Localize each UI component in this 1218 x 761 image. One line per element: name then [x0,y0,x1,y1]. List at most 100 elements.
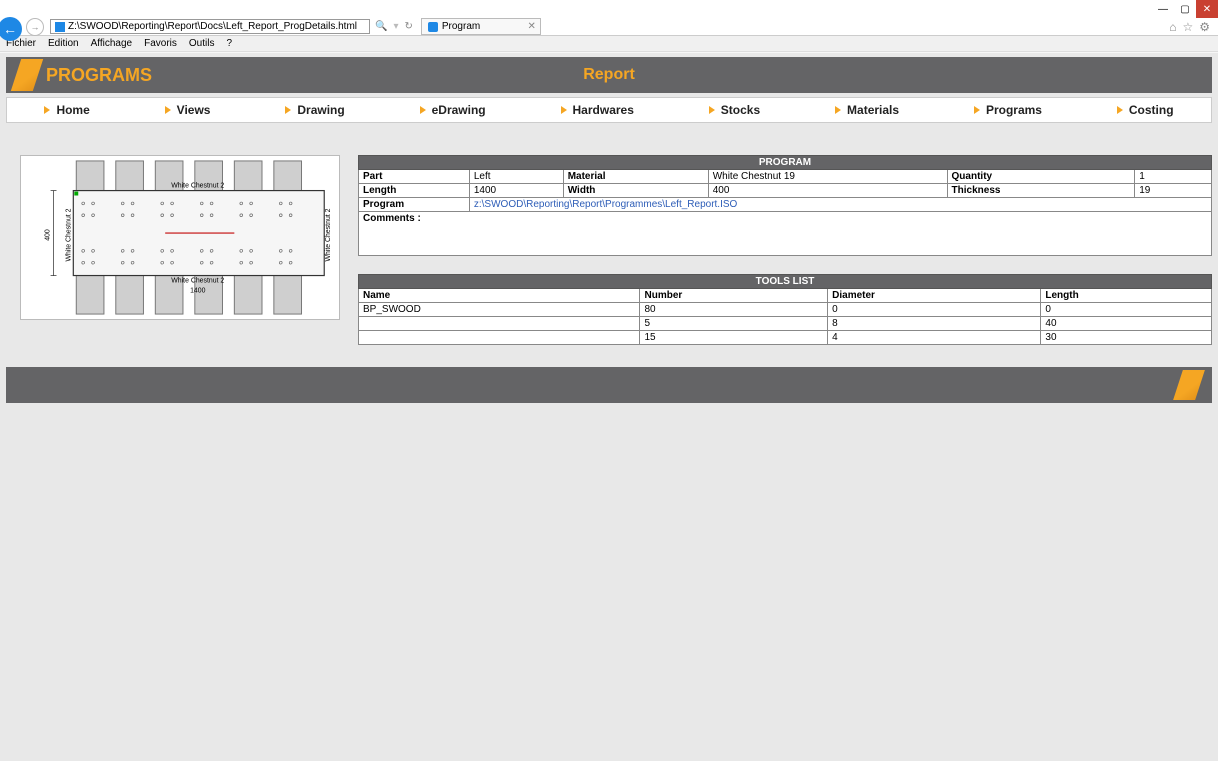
col-length: Length [1041,289,1212,303]
svg-text:White Chestnut 2: White Chestnut 2 [171,277,224,284]
nav-costing-label: Costing [1129,103,1174,117]
page-content: PROGRAMS Report Home Views Drawing eDraw… [0,52,1218,417]
tool-number: 5 [640,317,828,331]
nav-drawing-label: Drawing [297,103,344,117]
nav-views[interactable]: Views [151,98,225,122]
chevron-right-icon [835,106,841,114]
svg-text:1400: 1400 [190,287,206,294]
logo-icon [16,59,38,91]
tools-table-header: TOOLS LIST [359,275,1212,289]
tables-area: PROGRAM Part Left Material White Chestnu… [358,155,1212,363]
header-banner: PROGRAMS Report [6,57,1212,93]
back-button[interactable]: ← [0,17,22,41]
thickness-value: 19 [1135,184,1212,198]
menu-affichage[interactable]: Affichage [91,38,133,49]
table-row: 15 4 30 [359,331,1212,345]
address-bar: ← → 🔍 ▾ ↻ Program ✕ ⌂ ☆ ⚙ [0,18,1218,36]
nav-programs[interactable]: Programs [960,98,1056,122]
address-input[interactable] [68,21,365,32]
program-link-cell: z:\SWOOD\Reporting\Report\Programmes\Lef… [469,198,1211,212]
table-row: Name Number Diameter Length [359,289,1212,303]
nav-materials-label: Materials [847,103,899,117]
nav-costing[interactable]: Costing [1103,98,1188,122]
chevron-right-icon [285,106,291,114]
col-diameter: Diameter [828,289,1041,303]
nav-stocks[interactable]: Stocks [695,98,774,122]
menubar: Fichier Edition Affichage Favoris Outils… [0,36,1218,52]
forward-button[interactable]: → [26,18,44,36]
menu-favoris[interactable]: Favoris [144,38,177,49]
width-label: Width [563,184,708,198]
tool-length: 40 [1041,317,1212,331]
minimize-button[interactable]: — [1152,0,1174,18]
nav-row: Home Views Drawing eDrawing Hardwares St… [6,97,1212,123]
table-row: Program z:\SWOOD\Reporting\Report\Progra… [359,198,1212,212]
chevron-right-icon [165,106,171,114]
window-titlebar: — ▢ ✕ [0,0,1218,18]
tool-number: 80 [640,303,828,317]
table-row: BP_SWOOD 80 0 0 [359,303,1212,317]
refresh-icon[interactable]: ↻ [404,21,412,32]
part-thumbnail: White Chestnut 2 White Chestnut 2 1400 W… [20,155,340,320]
search-icon[interactable]: 🔍 [375,21,387,32]
svg-text:400: 400 [45,229,52,241]
tools-table: TOOLS LIST Name Number Diameter Length B… [358,274,1212,345]
chevron-right-icon [420,106,426,114]
address-input-wrap [50,19,370,34]
thickness-label: Thickness [947,184,1135,198]
site-icon [55,22,65,32]
addr-right-icons: ⌂ ☆ ⚙ [1169,20,1210,34]
addr-buttons: 🔍 ▾ ↻ [375,21,413,32]
maximize-button[interactable]: ▢ [1174,0,1196,18]
svg-text:White Chestnut 2: White Chestnut 2 [65,208,72,261]
nav-materials[interactable]: Materials [821,98,913,122]
tool-length: 0 [1041,303,1212,317]
tab-favicon [428,22,438,32]
chevron-right-icon [561,106,567,114]
favorites-icon[interactable]: ☆ [1182,20,1193,34]
tool-name: BP_SWOOD [359,303,640,317]
material-label: Material [563,170,708,184]
tool-name [359,317,640,331]
nav-home[interactable]: Home [30,98,103,122]
tool-diameter: 4 [828,331,1041,345]
length-label: Length [359,184,470,198]
table-row: Length 1400 Width 400 Thickness 19 [359,184,1212,198]
tool-name [359,331,640,345]
nav-views-label: Views [177,103,211,117]
body-row: White Chestnut 2 White Chestnut 2 1400 W… [6,155,1212,363]
footer-logo-icon [1178,370,1200,400]
menu-edition[interactable]: Edition [48,38,79,49]
quantity-value: 1 [1135,170,1212,184]
col-number: Number [640,289,828,303]
page-subtitle: Report [583,66,635,84]
tab-close-icon[interactable]: ✕ [527,21,535,32]
nav-hardwares-label: Hardwares [573,103,634,117]
svg-text:White Chestnut 2: White Chestnut 2 [325,208,332,261]
page-title: PROGRAMS [46,65,152,86]
chevron-right-icon [44,106,50,114]
svg-text:White Chestnut 2: White Chestnut 2 [171,183,224,190]
close-button[interactable]: ✕ [1196,0,1218,18]
footer-banner [6,367,1212,403]
program-table-header: PROGRAM [359,156,1212,170]
tool-length: 30 [1041,331,1212,345]
quantity-label: Quantity [947,170,1135,184]
width-value: 400 [708,184,947,198]
program-link[interactable]: z:\SWOOD\Reporting\Report\Programmes\Lef… [474,199,737,210]
table-row: 5 8 40 [359,317,1212,331]
nav-stocks-label: Stocks [721,103,760,117]
home-icon[interactable]: ⌂ [1169,20,1176,34]
menu-outils[interactable]: Outils [189,38,215,49]
nav-drawing[interactable]: Drawing [271,98,358,122]
program-table: PROGRAM Part Left Material White Chestnu… [358,155,1212,256]
settings-icon[interactable]: ⚙ [1199,20,1210,34]
tool-number: 15 [640,331,828,345]
nav-programs-label: Programs [986,103,1042,117]
nav-edrawing[interactable]: eDrawing [406,98,500,122]
menu-help[interactable]: ? [226,38,232,49]
nav-hardwares[interactable]: Hardwares [547,98,648,122]
program-label: Program [359,198,470,212]
chevron-right-icon [709,106,715,114]
browser-tab[interactable]: Program ✕ [421,18,541,35]
